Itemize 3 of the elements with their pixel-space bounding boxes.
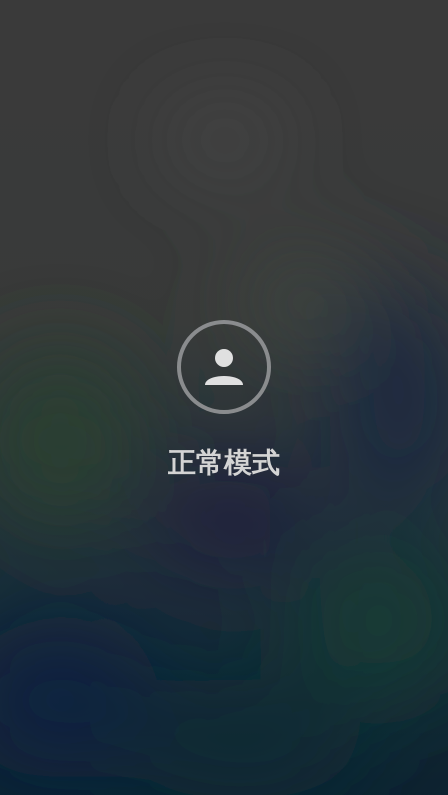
avatar[interactable]	[177, 320, 271, 414]
profile-label: 正常模式	[168, 445, 280, 481]
person-icon	[204, 347, 244, 387]
